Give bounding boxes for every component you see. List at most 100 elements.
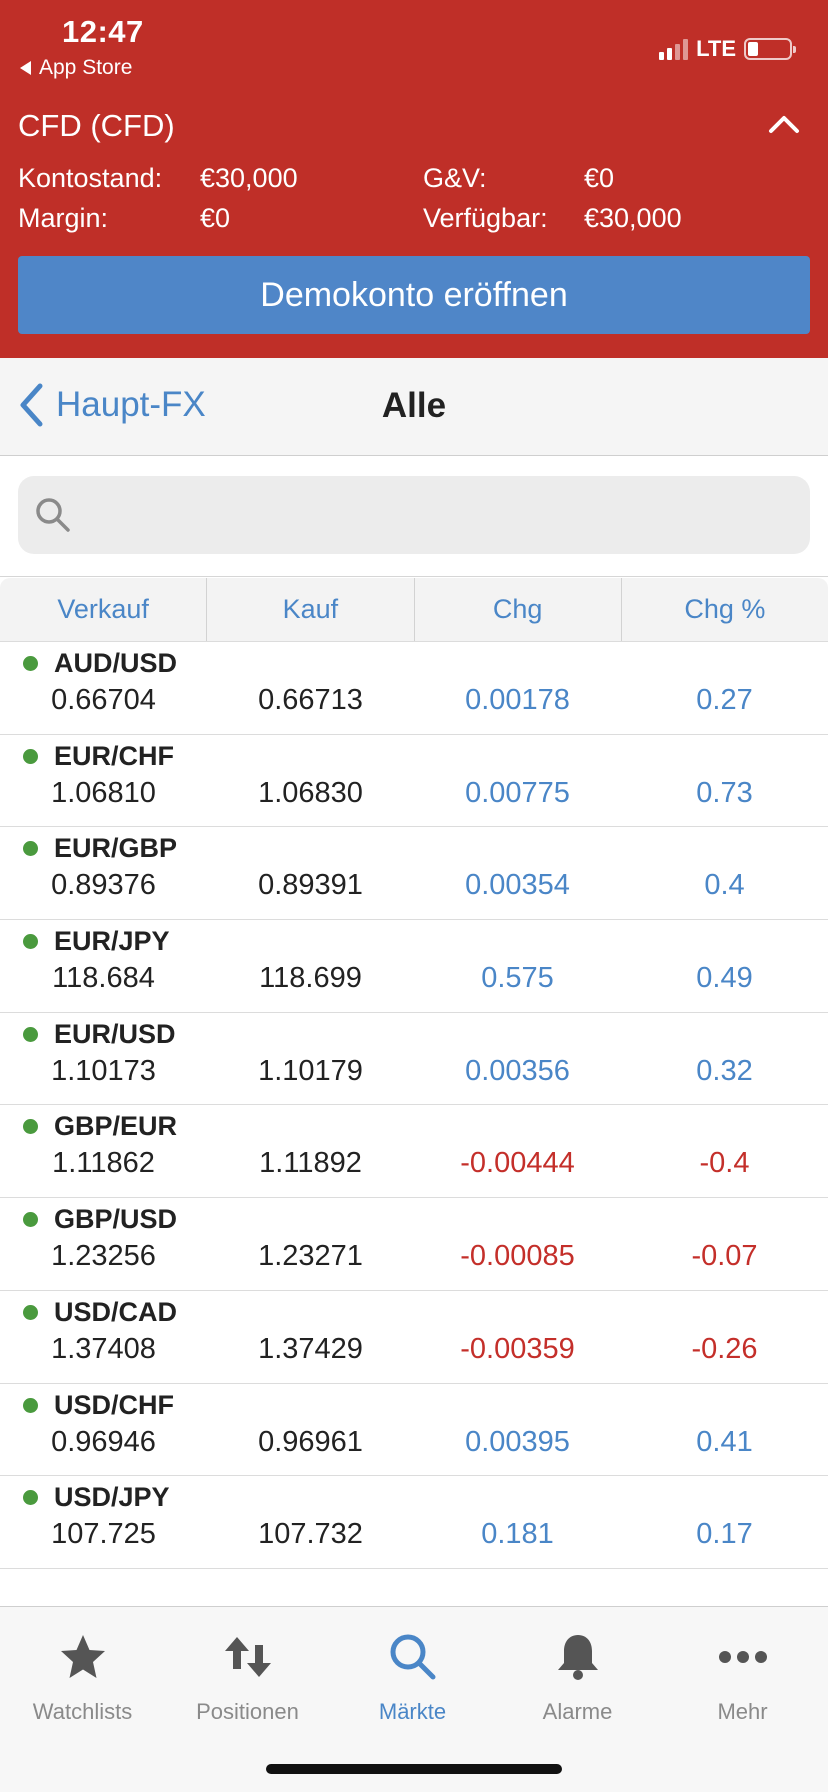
account-header: 12:47 App Store LTE CFD (CFD) Kontostand… — [0, 0, 828, 358]
tab-label: Positionen — [196, 1699, 299, 1724]
buy-price[interactable]: 1.10179 — [207, 1055, 414, 1088]
sell-price[interactable]: 118.684 — [0, 962, 207, 995]
nav-bar: Haupt-FX Alle — [0, 358, 828, 456]
table-row[interactable]: EUR/CHF 1.06810 1.06830 0.00775 0.73 — [0, 735, 828, 828]
market-open-dot-icon — [23, 1490, 38, 1506]
sell-price[interactable]: 0.89376 — [0, 869, 207, 902]
margin-value: €0 — [200, 203, 231, 233]
change-percent: 0.32 — [696, 1054, 753, 1087]
table-row[interactable]: USD/CHF 0.96946 0.96961 0.00395 0.41 — [0, 1384, 828, 1477]
change-percent: 0.17 — [696, 1518, 753, 1551]
star-icon — [60, 1635, 105, 1678]
symbol: GBP/EUR — [54, 1111, 178, 1142]
buy-price[interactable]: 1.37429 — [207, 1333, 414, 1366]
buy-price[interactable]: 118.699 — [207, 962, 414, 995]
tab-label: Watchlists — [32, 1699, 133, 1724]
change-percent: -0.4 — [699, 1147, 750, 1180]
change: 0.00354 — [465, 869, 570, 902]
available-value: €30,000 — [584, 203, 682, 233]
more-icon — [718, 1651, 767, 1663]
change: 0.00395 — [465, 1425, 570, 1458]
bell-icon — [557, 1635, 598, 1680]
buy-price[interactable]: 1.06830 — [207, 777, 414, 810]
change-percent: -0.07 — [691, 1240, 758, 1273]
column-header-buy[interactable]: Kauf — [207, 578, 415, 641]
sell-price[interactable]: 1.23256 — [0, 1240, 207, 1273]
market-open-dot-icon — [23, 1119, 38, 1135]
open-demo-account-button[interactable]: Demokonto eröffnen — [18, 256, 810, 334]
back-app-label: App Store — [39, 56, 133, 79]
buy-price[interactable]: 0.96961 — [207, 1426, 414, 1459]
back-triangle-icon — [20, 61, 31, 75]
change-percent: 0.27 — [696, 684, 753, 716]
table-row[interactable]: GBP/USD 1.23256 1.23271 -0.00085 -0.07 — [0, 1198, 828, 1291]
market-open-dot-icon — [23, 748, 38, 764]
search-bar[interactable] — [18, 476, 810, 554]
balance-label: Kontostand: — [18, 163, 163, 193]
change: 0.00178 — [465, 684, 570, 716]
sell-price[interactable]: 1.37408 — [0, 1333, 207, 1366]
symbol: USD/CHF — [54, 1389, 174, 1420]
buy-price[interactable]: 1.11892 — [207, 1147, 414, 1180]
tab-alarme[interactable]: Alarme — [495, 1627, 660, 1725]
buy-price[interactable]: 107.732 — [207, 1518, 414, 1551]
search-icon — [36, 498, 70, 532]
change: -0.00359 — [460, 1332, 575, 1365]
sell-price[interactable]: 1.10173 — [0, 1055, 207, 1088]
table-row[interactable]: USD/JPY 107.725 107.732 0.181 0.17 — [0, 1476, 828, 1569]
market-list: AUD/USD 0.66704 0.66713 0.00178 0.27 EUR… — [0, 642, 828, 1569]
change: 0.00775 — [465, 776, 570, 809]
column-header-sell[interactable]: Verkauf — [0, 578, 208, 641]
table-row[interactable]: EUR/USD 1.10173 1.10179 0.00356 0.32 — [0, 1013, 828, 1106]
tab-maerkte[interactable]: Märkte — [330, 1627, 495, 1725]
back-to-app-store[interactable]: App Store — [20, 56, 132, 80]
tab-mehr[interactable]: Mehr — [660, 1627, 825, 1725]
arrows-updown-icon — [224, 1637, 271, 1677]
available-label: Verfügbar: — [423, 203, 548, 233]
tab-watchlists[interactable]: Watchlists — [0, 1627, 165, 1725]
network-type: LTE — [696, 36, 736, 61]
change: -0.00085 — [460, 1240, 575, 1273]
symbol: USD/CAD — [54, 1296, 178, 1327]
column-header-change-percent[interactable]: Chg % — [622, 578, 828, 641]
market-open-dot-icon — [23, 841, 38, 857]
buy-price[interactable]: 0.66713 — [207, 684, 414, 717]
sell-price[interactable]: 1.06810 — [0, 777, 207, 810]
signal-icon — [659, 38, 689, 60]
buy-price[interactable]: 0.89391 — [207, 869, 414, 902]
table-row[interactable]: AUD/USD 0.66704 0.66713 0.00178 0.27 — [0, 642, 828, 735]
table-header: Verkauf Kauf Chg Chg % — [0, 578, 828, 642]
symbol: EUR/GBP — [54, 833, 178, 864]
sell-price[interactable]: 1.11862 — [0, 1147, 207, 1180]
market-open-dot-icon — [23, 1397, 38, 1413]
table-row[interactable]: EUR/GBP 0.89376 0.89391 0.00354 0.4 — [0, 827, 828, 921]
change: 0.181 — [481, 1518, 554, 1551]
table-row[interactable]: EUR/JPY 118.684 118.699 0.575 0.49 — [0, 920, 828, 1013]
tab-positionen[interactable]: Positionen — [165, 1627, 330, 1725]
sell-price[interactable]: 107.725 — [0, 1518, 207, 1551]
search-input[interactable] — [86, 499, 786, 531]
change-percent: 0.49 — [696, 962, 753, 995]
battery-icon — [744, 38, 796, 60]
symbol: EUR/CHF — [54, 740, 174, 771]
balance-value: €30,000 — [200, 163, 298, 193]
symbol: EUR/USD — [54, 1018, 176, 1049]
column-header-change[interactable]: Chg — [415, 578, 622, 641]
symbol: GBP/USD — [54, 1204, 178, 1235]
change: 0.00356 — [465, 1054, 570, 1087]
symbol: AUD/USD — [54, 648, 178, 678]
market-open-dot-icon — [23, 1212, 38, 1228]
margin-label: Margin: — [18, 203, 109, 233]
chevron-up-icon[interactable] — [766, 112, 802, 136]
symbol: USD/JPY — [54, 1482, 170, 1513]
sell-price[interactable]: 0.66704 — [0, 684, 207, 717]
table-row[interactable]: USD/CAD 1.37408 1.37429 -0.00359 -0.26 — [0, 1291, 828, 1384]
pnl-value: €0 — [584, 163, 615, 193]
buy-price[interactable]: 1.23271 — [207, 1240, 414, 1273]
table-row[interactable]: GBP/EUR 1.11862 1.11892 -0.00444 -0.4 — [0, 1105, 828, 1199]
sell-price[interactable]: 0.96946 — [0, 1426, 207, 1459]
home-indicator[interactable] — [266, 1764, 562, 1774]
tab-label: Alarme — [542, 1699, 613, 1724]
divider — [0, 576, 828, 577]
search-icon — [390, 1634, 435, 1680]
